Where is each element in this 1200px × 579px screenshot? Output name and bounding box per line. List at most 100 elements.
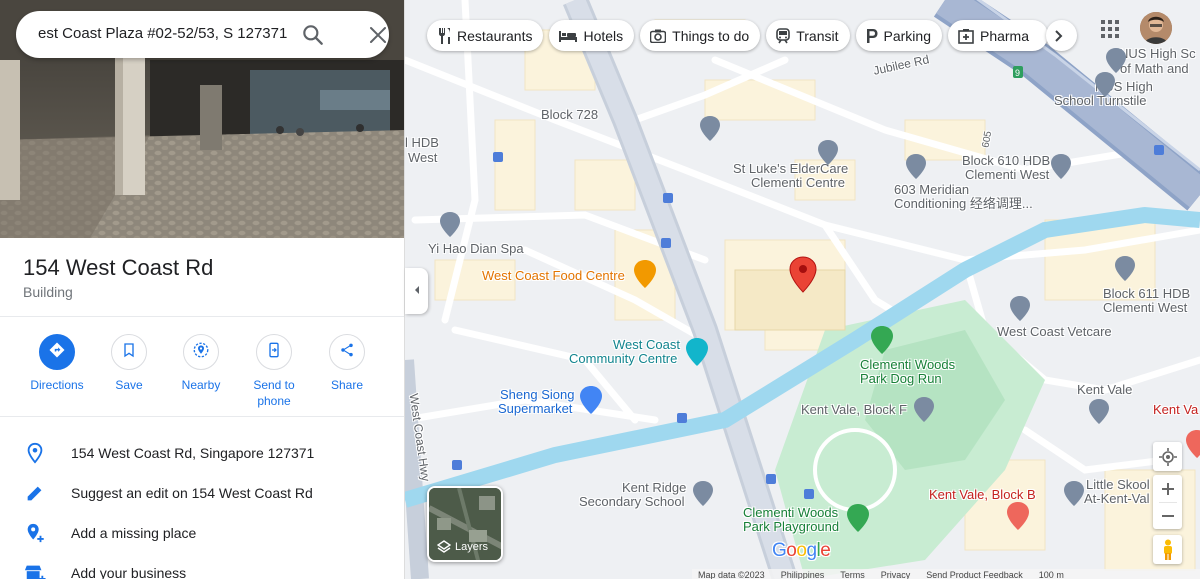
poi-pin-icon <box>693 481 713 506</box>
action-label: Share <box>330 378 364 392</box>
selected-place-marker-dot <box>799 265 807 273</box>
privacy-link[interactable]: Privacy <box>881 569 911 579</box>
selected-place-marker <box>789 256 817 293</box>
map-canvas[interactable]: Block 728 l HDB West Jubilee Rd NUS High… <box>405 0 1200 579</box>
poi-pin-icon <box>1010 296 1030 321</box>
chip-parking[interactable]: Parking <box>855 20 942 51</box>
send-to-phone-icon <box>266 341 282 364</box>
chip-restaurants[interactable]: Restaurants <box>427 20 544 51</box>
chip-label: Pharma <box>979 27 1030 44</box>
layers-icon <box>437 540 451 553</box>
layers-text: Layers <box>455 541 489 553</box>
add-place-icon <box>24 522 46 544</box>
add-business-text: Add your business <box>71 565 187 579</box>
add-missing-place-text: Add a missing place <box>71 525 197 541</box>
address-row[interactable]: 154 West Coast Rd, Singapore 127371 <box>0 434 404 472</box>
search-icon[interactable] <box>300 22 326 48</box>
collapse-panel-button[interactable] <box>405 268 428 314</box>
zoom-out-button[interactable] <box>1161 503 1174 529</box>
hotel-poi-icon <box>1186 430 1200 458</box>
chip-pharmacy[interactable]: Pharma <box>947 20 1048 51</box>
country-link[interactable]: Philippines <box>781 569 825 579</box>
terms-link[interactable]: Terms <box>840 569 865 579</box>
chip-label: Transit <box>796 27 839 44</box>
minus-icon <box>1161 514 1174 517</box>
hotel-poi-icon <box>1007 502 1029 530</box>
poi-pin-icon <box>700 116 720 141</box>
food-poi-icon <box>634 260 656 288</box>
nearby-button[interactable]: Nearby <box>165 334 237 393</box>
pegman-icon <box>1163 539 1172 560</box>
park-poi-icon <box>847 504 869 532</box>
add-missing-place-row[interactable]: Add a missing place <box>0 514 404 552</box>
bus-stop-icon <box>804 489 814 499</box>
chevron-right-icon <box>1055 29 1063 42</box>
poi-pin-icon <box>1064 481 1084 506</box>
directions-icon <box>48 341 66 364</box>
google-logo: Google <box>772 540 831 561</box>
bus-stop-icon <box>766 474 776 484</box>
chip-things-to-do[interactable]: Things to do <box>640 20 761 51</box>
apps-grid-icon[interactable] <box>1100 19 1120 39</box>
feedback-link[interactable]: Send Product Feedback <box>926 569 1023 579</box>
share-button[interactable]: Share <box>311 334 383 393</box>
add-business-row[interactable]: Add your business <box>0 554 404 579</box>
poi-pin-icon <box>1089 399 1109 424</box>
bus-stop-icon <box>677 413 687 423</box>
my-location-button[interactable] <box>1153 442 1182 471</box>
community-poi-icon <box>686 338 708 366</box>
train-icon <box>776 27 791 43</box>
map-footer: Map data ©2023 Philippines Terms Privacy… <box>692 569 1200 579</box>
place-panel: est Coast Plaza #02-52/53, S 127371 154 … <box>0 0 405 579</box>
chip-hotels[interactable]: Hotels <box>549 20 635 51</box>
poi-pin-icon <box>1095 72 1115 97</box>
avatar[interactable] <box>1140 12 1172 44</box>
poi-pin-icon <box>1115 256 1135 281</box>
location-pin-icon <box>24 442 46 464</box>
action-label: Nearby <box>181 378 221 392</box>
layers-button[interactable]: Layers <box>427 486 503 562</box>
save-button[interactable]: Save <box>93 334 165 393</box>
bus-stop-icon <box>661 238 671 248</box>
address-text: 154 West Coast Rd, Singapore 127371 <box>71 445 315 461</box>
suggest-edit-row[interactable]: Suggest an edit on 154 West Coast Rd <box>0 474 404 512</box>
place-category: Building <box>23 284 73 300</box>
pharmacy-icon <box>958 28 974 44</box>
poi-pin-icon <box>906 154 926 179</box>
send-to-phone-button[interactable]: Send to phone <box>238 334 310 409</box>
place-photo[interactable]: est Coast Plaza #02-52/53, S 127371 <box>0 0 404 238</box>
bus-stop-icon <box>493 152 503 162</box>
close-icon[interactable] <box>366 23 390 47</box>
scale-label[interactable]: 100 m <box>1039 569 1064 579</box>
camera-icon <box>650 29 667 43</box>
pencil-icon <box>24 482 46 504</box>
action-label: Send to phone <box>253 378 295 408</box>
chips-next-button[interactable] <box>1045 20 1077 51</box>
layers-label: Layers <box>437 540 488 554</box>
bus-stop-icon <box>452 460 462 470</box>
zoom-in-button[interactable] <box>1161 476 1174 502</box>
suggest-edit-text: Suggest an edit on 154 West Coast Rd <box>71 485 313 501</box>
search-input[interactable]: est Coast Plaza #02-52/53, S 127371 <box>38 25 290 42</box>
parking-icon <box>866 28 878 43</box>
divider <box>0 316 404 317</box>
poi-pin-icon <box>1051 154 1071 179</box>
category-chips: Restaurants Hotels Things to do Transit … <box>427 20 1077 51</box>
bus-stop-icon <box>663 193 673 203</box>
chip-label: Things to do <box>672 27 750 44</box>
bookmark-icon <box>121 342 137 363</box>
zoom-controls <box>1153 475 1182 529</box>
plus-icon <box>1161 482 1174 495</box>
directions-button[interactable]: Directions <box>21 334 93 393</box>
poi-pin-icon <box>818 140 838 165</box>
chip-transit[interactable]: Transit <box>766 20 850 51</box>
chevron-left-icon <box>412 282 422 300</box>
search-bar[interactable]: est Coast Plaza #02-52/53, S 127371 <box>16 11 389 58</box>
chip-label: Hotels <box>583 27 624 44</box>
park-poi-icon <box>871 326 893 354</box>
shopping-poi-icon <box>580 386 602 414</box>
chip-label: Parking <box>883 27 931 44</box>
fork-knife-icon <box>439 27 450 44</box>
street-view-pegman[interactable] <box>1153 535 1182 564</box>
share-icon <box>339 342 355 363</box>
